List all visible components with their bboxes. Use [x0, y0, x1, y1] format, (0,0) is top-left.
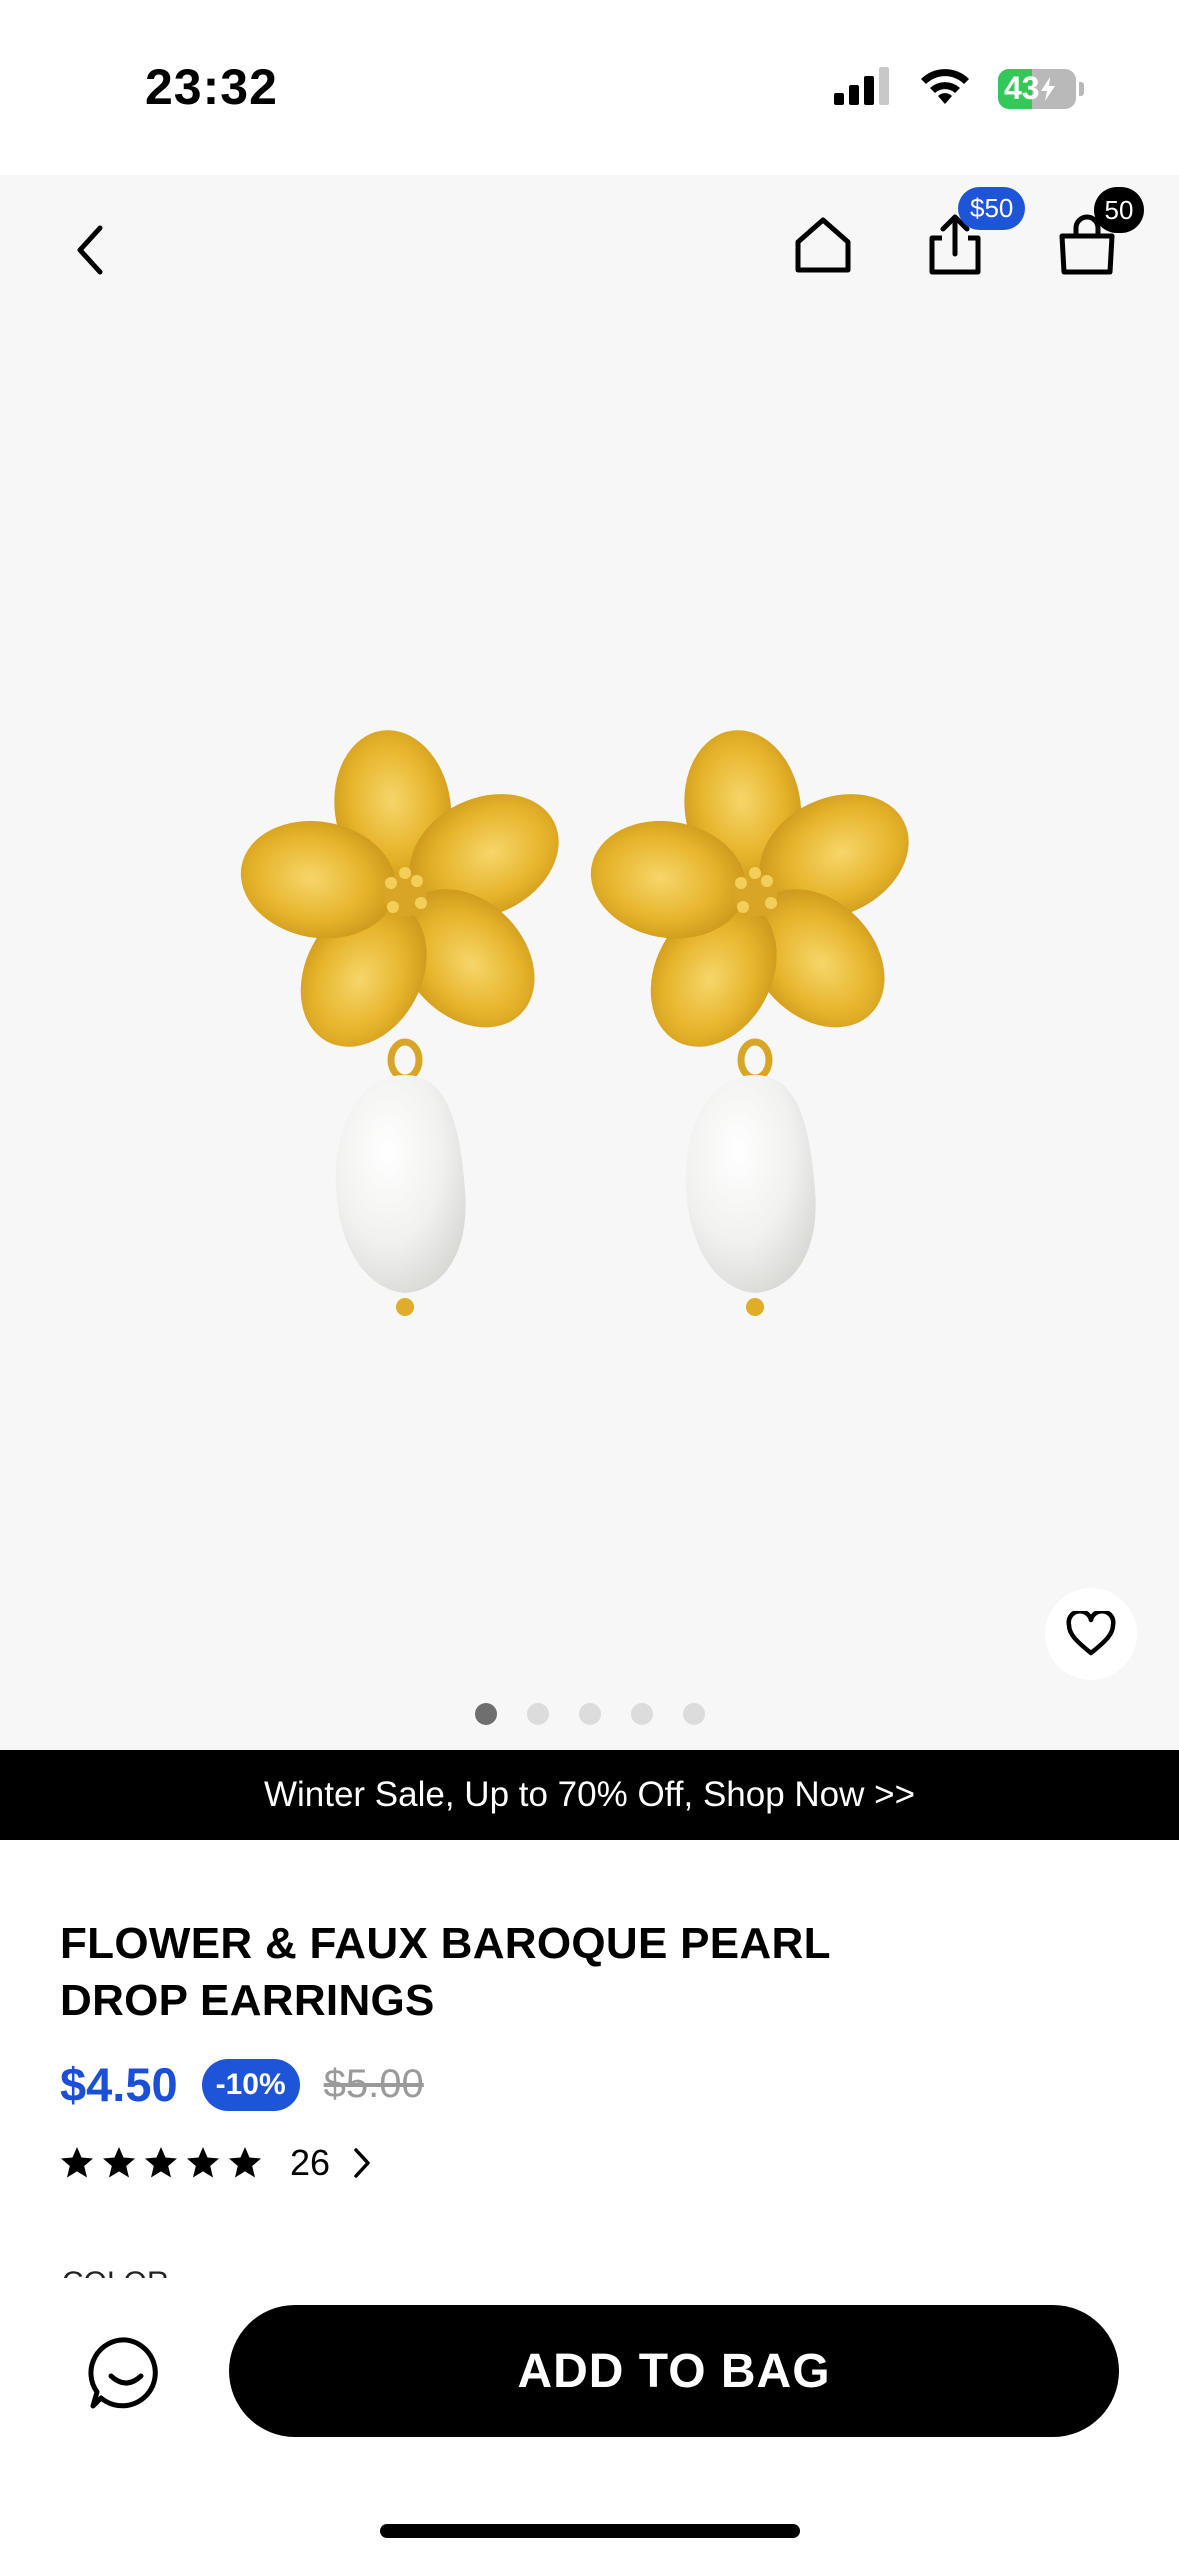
share-reward-badge: $50	[958, 187, 1026, 230]
rating-row[interactable]: 26	[60, 2142, 372, 2184]
product-title-line: DROP EARRINGS	[60, 1976, 435, 2025]
chevron-right-icon	[352, 2146, 372, 2180]
discount-badge: -10%	[201, 2058, 300, 2111]
top-nav-actions: $50 50	[786, 187, 1144, 285]
gallery-pagination	[0, 1703, 1179, 1725]
chat-icon	[88, 2337, 158, 2409]
product-title: FLOWER & FAUX BAROQUE PEARL DROP EARRING…	[60, 1915, 1020, 2029]
status-icons: 43	[834, 66, 1084, 111]
battery-icon: 43	[998, 68, 1084, 109]
pagination-dot[interactable]	[526, 1703, 549, 1725]
share-button[interactable]: $50	[918, 187, 1026, 285]
promo-banner[interactable]: Winter Sale, Up to 70% Off, Shop Now >>	[0, 1750, 1179, 1840]
add-to-bag-button[interactable]: ADD TO BAG	[229, 2305, 1119, 2437]
home-indicator	[380, 2524, 800, 2538]
product-title-line: FLOWER & FAUX BAROQUE PEARL	[60, 1919, 831, 1968]
bag-button[interactable]: 50	[1050, 187, 1144, 285]
section-label-peek: COLOR	[62, 2268, 182, 2278]
back-button[interactable]	[60, 215, 120, 285]
product-image	[240, 645, 940, 1475]
battery-percent: 43	[1004, 70, 1040, 106]
bottom-action-bar: ADD TO BAG	[0, 2280, 1179, 2556]
wifi-icon	[918, 66, 972, 111]
chevron-left-icon	[77, 225, 103, 275]
pagination-dot[interactable]	[682, 1703, 705, 1725]
star-icon	[229, 2147, 261, 2178]
customer-service-button[interactable]	[78, 2325, 174, 2421]
cellular-signal-icon	[834, 67, 892, 110]
price-row: $4.50 -10% $5.00	[60, 2057, 424, 2112]
review-count: 26	[290, 2142, 331, 2183]
status-bar: 23:32 43	[0, 0, 1179, 175]
star-icon	[187, 2147, 219, 2178]
original-price: $5.00	[323, 2062, 424, 2106]
heart-icon	[1066, 1611, 1116, 1656]
home-button[interactable]	[786, 205, 860, 285]
status-time: 23:32	[145, 59, 278, 115]
wishlist-button[interactable]	[1045, 1588, 1137, 1680]
home-icon	[795, 217, 851, 273]
star-icon	[103, 2147, 135, 2178]
star-icon	[145, 2147, 177, 2178]
rating-stars	[60, 2146, 262, 2180]
star-icon	[61, 2147, 93, 2178]
sale-price: $4.50	[60, 2058, 178, 2111]
pagination-dot[interactable]	[578, 1703, 601, 1725]
product-gallery[interactable]: $50 50	[0, 175, 1179, 1750]
pagination-dot[interactable]	[630, 1703, 653, 1725]
bag-count-badge: 50	[1094, 187, 1144, 233]
pagination-dot[interactable]	[474, 1703, 497, 1725]
